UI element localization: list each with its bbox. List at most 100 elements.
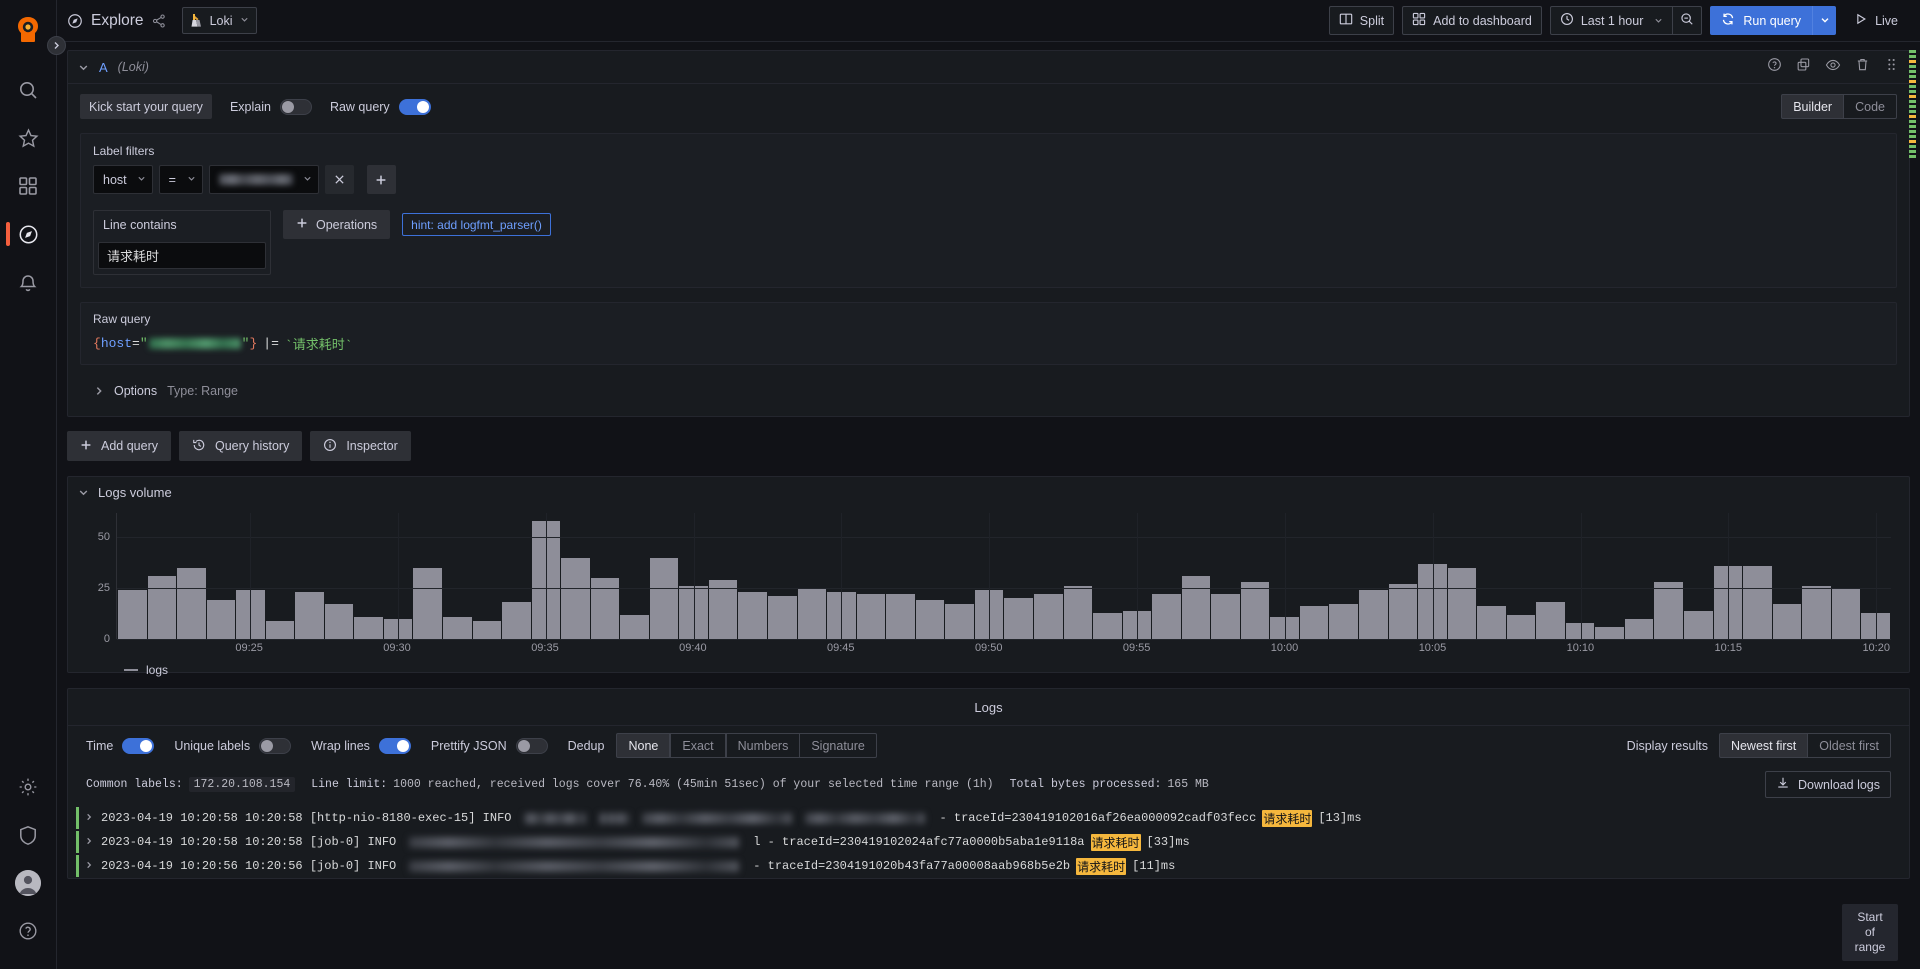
chart-bar[interactable]	[118, 590, 147, 639]
chart-bar[interactable]	[649, 557, 679, 639]
chart-bar[interactable]	[1831, 588, 1861, 639]
query-options-row[interactable]: Options Type: Range	[80, 377, 1897, 404]
chart-bar[interactable]	[1802, 586, 1831, 639]
dedup-option-exact[interactable]: Exact	[670, 733, 726, 758]
dedup-option-signature[interactable]: Signature	[800, 733, 877, 758]
chart-bar[interactable]	[147, 576, 177, 639]
inspector-button[interactable]: Inspector	[310, 431, 411, 461]
time-range-picker[interactable]: Last 1 hour	[1549, 6, 1674, 35]
chart-bar[interactable]	[1477, 606, 1506, 639]
chart-bar[interactable]	[1033, 594, 1063, 639]
add-query-button[interactable]: Add query	[67, 431, 171, 461]
chart-legend[interactable]: logs	[80, 657, 1897, 685]
chart-bar[interactable]	[1329, 604, 1358, 639]
chart-bar[interactable]	[1299, 606, 1329, 639]
chart-bar[interactable]	[1358, 590, 1388, 639]
expand-log-row-icon[interactable]	[85, 837, 95, 848]
chart-bar[interactable]	[1506, 614, 1536, 639]
wrap-lines-toggle[interactable]	[378, 737, 411, 754]
chart-bar[interactable]	[915, 600, 945, 639]
operations-button[interactable]: Operations	[283, 210, 391, 239]
line-contains-input[interactable]	[98, 242, 266, 269]
chart-bar[interactable]	[1743, 565, 1772, 639]
chart-bar[interactable]	[472, 620, 502, 639]
collapse-logs-volume-icon[interactable]	[78, 487, 89, 498]
query-history-button[interactable]: Query history	[178, 431, 303, 461]
chart-bar[interactable]	[1536, 602, 1565, 639]
expand-nav-button[interactable]	[47, 36, 66, 55]
unique-labels-toggle[interactable]	[259, 737, 292, 754]
kick-start-query-button[interactable]: Kick start your query	[80, 94, 212, 119]
chart-bar[interactable]	[1447, 567, 1477, 639]
chart-bar[interactable]	[1063, 586, 1093, 639]
add-to-dashboard-button[interactable]: Add to dashboard	[1402, 6, 1542, 35]
shield-icon[interactable]	[6, 811, 51, 859]
chart-bar[interactable]	[945, 604, 974, 639]
chart-bar[interactable]	[413, 567, 443, 639]
logs-volume-chart[interactable]: 0 25 50 09:25 09:30 09:35 09:40 09:45 09:50 09:5…	[68, 507, 1909, 677]
chart-bar[interactable]	[1595, 626, 1624, 639]
dashboards-grid-icon[interactable]	[6, 162, 51, 210]
live-tail-button[interactable]: Live	[1844, 6, 1908, 35]
chart-bar[interactable]	[1211, 594, 1240, 639]
label-key-select[interactable]: host	[93, 165, 153, 194]
chart-bar[interactable]	[1772, 604, 1802, 639]
chart-bar[interactable]	[1624, 618, 1654, 639]
chart-bar[interactable]	[354, 616, 383, 639]
label-operator-select[interactable]: =	[158, 165, 203, 194]
chart-bar[interactable]	[768, 596, 797, 639]
log-row[interactable]: 2023-04-19 10:20:58 10:20:58 [job-0] INF…	[68, 830, 1909, 854]
question-circle-icon[interactable]	[6, 907, 51, 955]
avatar[interactable]	[6, 859, 51, 907]
order-oldest-first[interactable]: Oldest first	[1808, 733, 1891, 758]
log-row[interactable]: 2023-04-19 10:20:56 10:20:56 [job-0] INF…	[68, 854, 1909, 878]
chart-bar[interactable]	[443, 616, 472, 639]
chart-bar[interactable]	[1181, 576, 1211, 639]
chart-bar[interactable]	[177, 567, 206, 639]
gear-icon[interactable]	[6, 763, 51, 811]
query-help-icon[interactable]	[1767, 57, 1782, 77]
sidebar-item-explore[interactable]	[5, 210, 51, 258]
collapse-query-icon[interactable]	[78, 62, 89, 73]
label-value-select[interactable]	[208, 165, 319, 194]
chart-bar[interactable]	[738, 592, 768, 639]
log-row[interactable]: 2023-04-19 10:20:58 10:20:58 [http-nio-8…	[68, 806, 1909, 830]
add-filter-button[interactable]	[366, 165, 396, 194]
chart-bar[interactable]	[797, 588, 827, 639]
remove-filter-button[interactable]	[324, 165, 354, 194]
chart-bar[interactable]	[502, 602, 531, 639]
chart-bar[interactable]	[1683, 610, 1713, 639]
chart-bar[interactable]	[1152, 594, 1181, 639]
bell-icon[interactable]	[6, 258, 51, 306]
download-logs-button[interactable]: Download logs	[1765, 771, 1891, 798]
chart-bar[interactable]	[295, 592, 324, 639]
zoom-out-time-button[interactable]	[1673, 6, 1703, 35]
chart-bar[interactable]	[886, 594, 915, 639]
run-query-options-button[interactable]	[1812, 6, 1837, 35]
hint-add-logfmt-parser-button[interactable]: hint: add logfmt_parser()	[402, 213, 551, 236]
datasource-picker[interactable]: Loki	[181, 7, 257, 34]
share-nodes-icon[interactable]	[152, 13, 166, 28]
chart-bar[interactable]	[206, 600, 236, 639]
expand-log-row-icon[interactable]	[85, 813, 95, 824]
run-query-button[interactable]: Run query	[1710, 6, 1813, 35]
duplicate-query-icon[interactable]	[1796, 57, 1811, 77]
chart-bar[interactable]	[1093, 612, 1122, 639]
common-labels-value[interactable]: 172.20.108.154	[188, 777, 296, 792]
chart-bar[interactable]	[590, 578, 620, 639]
chart-bar[interactable]	[561, 557, 590, 639]
chart-bar[interactable]	[1004, 598, 1033, 639]
chart-bar[interactable]	[324, 604, 354, 639]
raw-query-code[interactable]: {host = " "} |= `请求耗时`	[93, 334, 1884, 353]
chart-bar[interactable]	[1654, 582, 1683, 639]
star-icon[interactable]	[6, 114, 51, 162]
chart-plot-area[interactable]: 0 25 50	[98, 513, 1891, 645]
dedup-option-numbers[interactable]: Numbers	[725, 733, 801, 758]
explain-toggle[interactable]	[279, 98, 312, 115]
search-icon[interactable]	[6, 66, 51, 114]
chart-bar[interactable]	[265, 620, 295, 639]
chart-bar[interactable]	[856, 594, 886, 639]
logs-scrollbar-minimap[interactable]	[1909, 50, 1916, 969]
chart-bar[interactable]	[1240, 582, 1270, 639]
logs-volume-header[interactable]: Logs volume	[68, 477, 1909, 507]
